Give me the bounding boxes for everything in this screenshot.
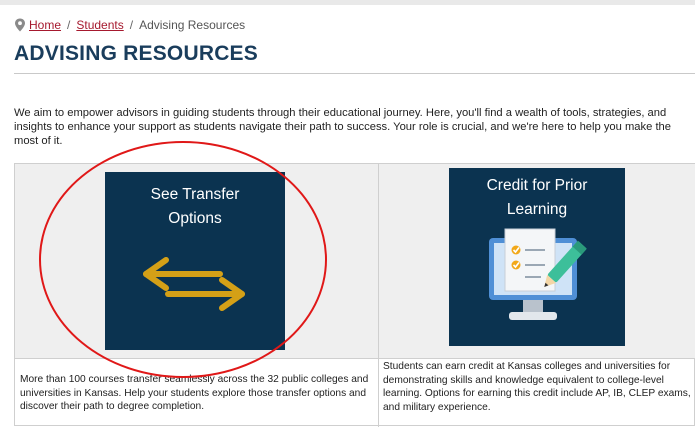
cpl-tile-line1: Credit for Prior bbox=[486, 177, 588, 194]
transfer-tile-line1: See Transfer bbox=[150, 186, 240, 203]
cpl-image-cell: Credit for Prior Learning bbox=[379, 164, 695, 358]
credit-for-prior-learning-tile[interactable]: Credit for Prior Learning bbox=[449, 168, 625, 346]
page-title: ADVISING RESOURCES bbox=[14, 42, 258, 65]
checklist-monitor-icon bbox=[489, 228, 587, 320]
breadcrumb-current: Advising Resources bbox=[139, 18, 246, 32]
map-pin-icon bbox=[15, 18, 25, 32]
top-bar bbox=[0, 0, 695, 5]
transfer-image-cell: See Transfer Options bbox=[15, 164, 378, 358]
resources-table: See Transfer Options Credit for Prior Le… bbox=[14, 163, 695, 427]
breadcrumb-separator: / bbox=[129, 18, 134, 32]
cpl-description: Students can earn credit at Kansas colle… bbox=[383, 361, 691, 413]
cpl-tile-label: Credit for Prior Learning bbox=[449, 168, 625, 222]
cpl-tile-line2: Learning bbox=[506, 201, 568, 218]
breadcrumb: Home / Students / Advising Resources bbox=[14, 18, 245, 32]
transfer-tile-label: See Transfer Options bbox=[105, 172, 285, 231]
see-transfer-options-tile[interactable]: See Transfer Options bbox=[105, 172, 285, 350]
breadcrumb-home-link[interactable]: Home bbox=[29, 18, 61, 32]
title-divider bbox=[14, 73, 695, 74]
intro-paragraph: We aim to empower advisors in guiding st… bbox=[14, 107, 671, 147]
transfer-description: More than 100 courses transfer seamlessl… bbox=[20, 374, 369, 412]
left-right-arrows-icon bbox=[143, 257, 245, 311]
breadcrumb-students-link[interactable]: Students bbox=[76, 18, 123, 32]
transfer-tile-line2: Options bbox=[168, 210, 222, 227]
breadcrumb-separator: / bbox=[67, 18, 71, 32]
